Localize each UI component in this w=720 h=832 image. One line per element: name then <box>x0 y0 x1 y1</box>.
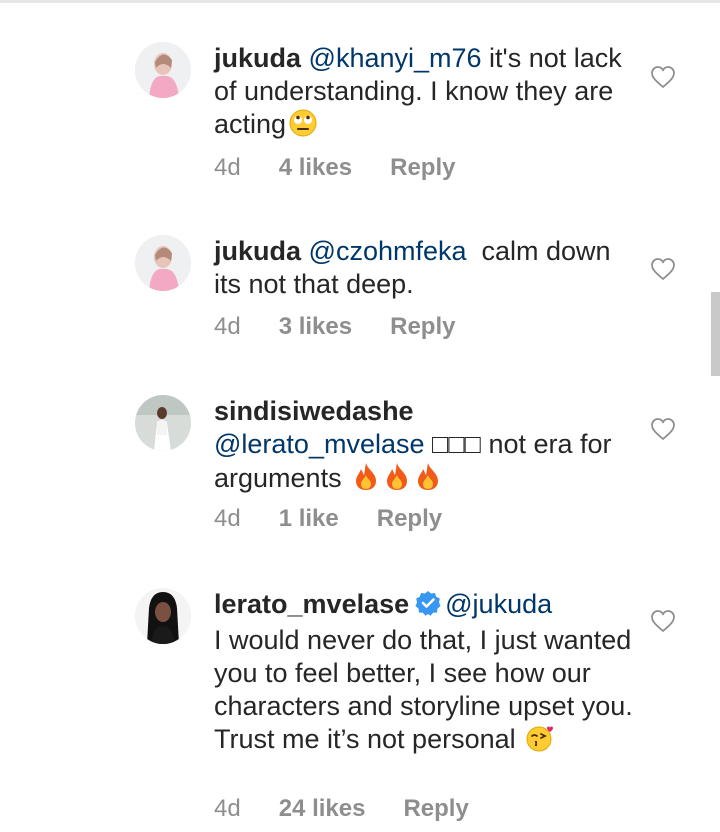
comment-meta: 4d 4 likes Reply <box>214 154 455 182</box>
comment-mention[interactable]: @czohmfeka <box>309 236 467 266</box>
comment-body: lerato_mvelase @jukuda I would never do t… <box>214 588 634 760</box>
comment-body: jukuda @khanyi_m76 it's not lack of unde… <box>214 42 634 145</box>
reply-button[interactable]: Reply <box>390 154 455 181</box>
avatar[interactable] <box>135 588 191 644</box>
heart-outline-icon[interactable] <box>650 609 676 633</box>
comment-username[interactable]: jukuda <box>214 43 301 73</box>
comment-time: 4d <box>214 795 241 822</box>
comment-likes[interactable]: 1 like <box>279 505 339 532</box>
comment-likes[interactable]: 3 likes <box>279 313 352 340</box>
comment-mention[interactable]: @lerato_mvelase <box>214 429 425 459</box>
comment-text: I would never do that, I just wanted you… <box>214 625 633 754</box>
reply-button[interactable]: Reply <box>403 795 468 822</box>
fire-icon <box>383 461 411 499</box>
comment-likes[interactable]: 4 likes <box>279 154 352 181</box>
heart-outline-icon[interactable] <box>650 417 676 441</box>
avatar[interactable] <box>135 395 191 451</box>
comment-likes[interactable]: 24 likes <box>279 795 366 822</box>
avatar[interactable] <box>135 235 191 291</box>
reply-button[interactable]: Reply <box>377 505 442 532</box>
fire-icon <box>414 461 442 499</box>
avatar[interactable] <box>135 42 191 98</box>
comment-meta: 4d 24 likes Reply <box>214 795 469 823</box>
heart-outline-icon[interactable] <box>650 65 676 89</box>
face-blowing-a-kiss-icon <box>526 724 556 760</box>
fire-icon <box>352 461 380 499</box>
comment-time: 4d <box>214 505 241 532</box>
comment-mention[interactable]: @jukuda <box>445 589 552 619</box>
comment-username[interactable]: lerato_mvelase <box>214 589 409 619</box>
comment-username[interactable]: sindisiwedashe <box>214 396 414 426</box>
comment-meta: 4d 1 like Reply <box>214 505 442 533</box>
comment-time: 4d <box>214 313 241 340</box>
face-with-rolling-eyes-icon <box>289 109 317 145</box>
comment-body: jukuda @czohmfeka calm down its not that… <box>214 235 634 301</box>
comment-mention[interactable]: @khanyi_m76 <box>309 43 482 73</box>
comment-username[interactable]: jukuda <box>214 236 301 266</box>
top-divider <box>0 0 720 3</box>
comment-meta: 4d 3 likes Reply <box>214 313 455 341</box>
reply-button[interactable]: Reply <box>390 313 455 340</box>
comments-screen: jukuda @khanyi_m76 it's not lack of unde… <box>0 0 720 832</box>
scrollbar[interactable] <box>711 292 720 376</box>
comment-time: 4d <box>214 154 241 181</box>
verified-badge-icon <box>415 590 441 624</box>
heart-outline-icon[interactable] <box>650 257 676 281</box>
comment-body: sindisiwedashe @lerato_mvelase □□□ not e… <box>214 395 634 499</box>
